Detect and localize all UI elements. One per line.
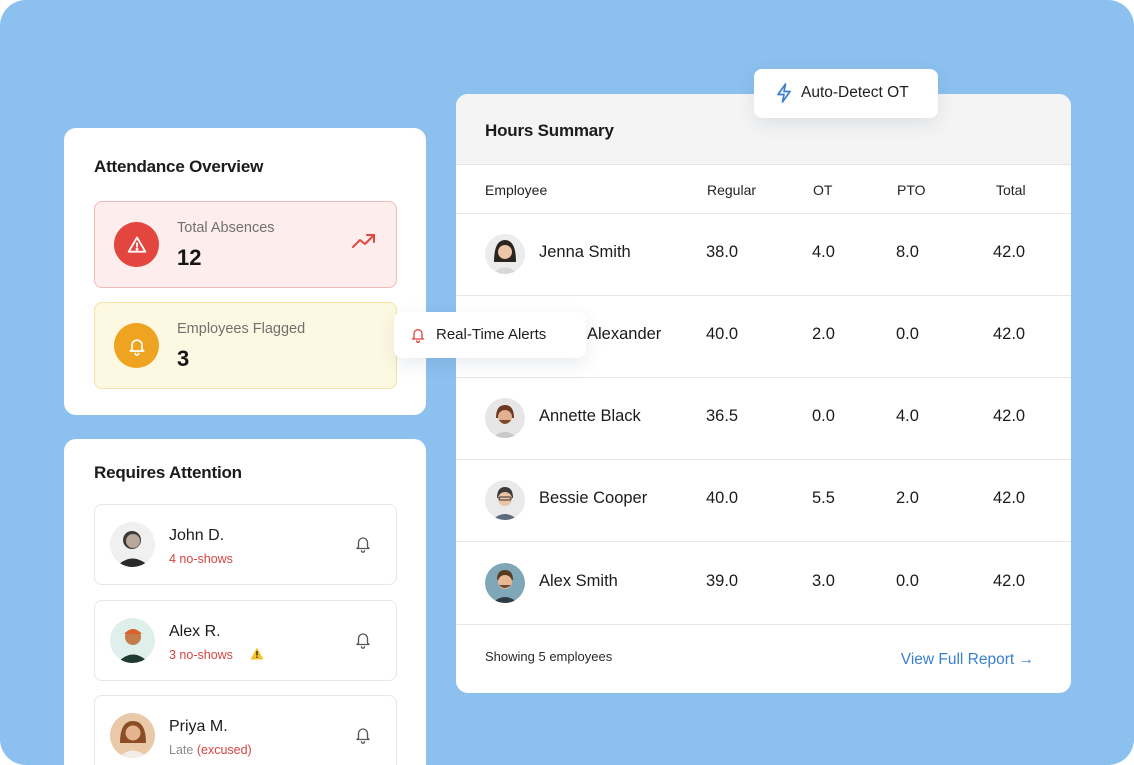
ot-hours: 0.0 bbox=[812, 407, 835, 425]
real-time-alerts-label: Real-Time Alerts bbox=[436, 326, 547, 343]
employee-name: Jenna Smith bbox=[539, 243, 631, 261]
attention-item[interactable]: John D. 4 no-shows bbox=[94, 504, 397, 585]
real-time-alerts-badge: Real-Time Alerts bbox=[394, 312, 586, 358]
table-row[interactable]: Annette Black 36.5 0.0 4.0 42.0 bbox=[456, 377, 1071, 459]
regular-hours: 40.0 bbox=[706, 489, 739, 507]
total-hours: 42.0 bbox=[993, 243, 1026, 261]
total-hours: 42.0 bbox=[993, 325, 1026, 343]
attendance-overview-card: Attendance Overview Total Absences 12 Em… bbox=[64, 128, 426, 415]
requires-attention-title: Requires Attention bbox=[94, 463, 242, 482]
attention-name: John D. bbox=[169, 527, 225, 544]
regular-hours: 38.0 bbox=[706, 243, 739, 261]
column-header-ot[interactable]: OT bbox=[813, 182, 832, 198]
bell-icon[interactable] bbox=[354, 725, 372, 750]
trending-up-icon bbox=[352, 233, 376, 254]
ot-hours: 3.0 bbox=[812, 572, 835, 590]
auto-detect-ot-badge: Auto-Detect OT bbox=[754, 69, 938, 118]
total-absences-stat[interactable]: Total Absences 12 bbox=[94, 201, 397, 288]
total-hours: 42.0 bbox=[993, 572, 1026, 590]
column-header-total[interactable]: Total bbox=[996, 182, 1026, 198]
requires-attention-card: Requires Attention John D. 4 no-shows Al… bbox=[64, 439, 426, 765]
ot-hours: 2.0 bbox=[812, 325, 835, 343]
attention-item[interactable]: Priya M. Late (excused) bbox=[94, 695, 397, 765]
attention-name: Alex R. bbox=[169, 623, 221, 640]
regular-hours: 40.0 bbox=[706, 325, 739, 343]
bell-icon bbox=[410, 326, 426, 349]
avatar bbox=[485, 563, 525, 603]
pto-hours: 8.0 bbox=[896, 243, 919, 261]
table-row[interactable]: Bessie Cooper 40.0 5.5 2.0 42.0 bbox=[456, 459, 1071, 541]
avatar bbox=[485, 398, 525, 438]
total-absences-value: 12 bbox=[177, 245, 202, 270]
employee-name: Annette Black bbox=[539, 407, 641, 425]
employees-flagged-stat[interactable]: Employees Flagged 3 bbox=[94, 302, 397, 389]
pto-hours: 4.0 bbox=[896, 407, 919, 425]
table-row[interactable]: Alex Smith 39.0 3.0 0.0 42.0 bbox=[456, 542, 1071, 624]
regular-hours: 36.5 bbox=[706, 407, 739, 425]
divider bbox=[456, 624, 1071, 625]
column-header-regular[interactable]: Regular bbox=[707, 182, 756, 198]
background-canvas: Attendance Overview Total Absences 12 Em… bbox=[0, 0, 1134, 765]
column-header-employee[interactable]: Employee bbox=[485, 182, 547, 198]
pto-hours: 0.0 bbox=[896, 572, 919, 590]
employees-flagged-value: 3 bbox=[177, 346, 190, 371]
regular-hours: 39.0 bbox=[706, 572, 739, 590]
avatar bbox=[485, 234, 525, 274]
bell-icon[interactable] bbox=[354, 630, 372, 655]
avatar bbox=[110, 522, 155, 567]
avatar bbox=[110, 618, 155, 663]
ot-hours: 4.0 bbox=[812, 243, 835, 261]
attendance-overview-title: Attendance Overview bbox=[94, 157, 264, 176]
total-absences-label: Total Absences bbox=[177, 220, 275, 236]
column-header-pto[interactable]: PTO bbox=[897, 182, 926, 198]
total-hours: 42.0 bbox=[993, 407, 1026, 425]
employee-name: Alexander bbox=[587, 325, 662, 343]
avatar bbox=[110, 713, 155, 758]
ot-hours: 5.5 bbox=[812, 489, 835, 507]
bell-icon[interactable] bbox=[354, 534, 372, 559]
attention-status: Late (excused) bbox=[169, 743, 252, 757]
divider bbox=[456, 164, 1071, 165]
attention-name: Priya M. bbox=[169, 718, 228, 735]
employee-name: Alex Smith bbox=[539, 572, 618, 590]
attention-status: 4 no-shows bbox=[169, 552, 233, 566]
warning-icon bbox=[250, 647, 264, 665]
total-hours: 42.0 bbox=[993, 489, 1026, 507]
employees-flagged-label: Employees Flagged bbox=[177, 321, 306, 337]
employee-count-text: Showing 5 employees bbox=[485, 649, 613, 664]
attention-status: 3 no-shows bbox=[169, 648, 233, 662]
hours-summary-card: Hours Summary Employee Regular OT PTO To… bbox=[456, 94, 1071, 693]
table-row[interactable]: Jenna Smith 38.0 4.0 8.0 42.0 bbox=[456, 213, 1071, 295]
hours-summary-title: Hours Summary bbox=[485, 121, 614, 140]
warning-triangle-icon bbox=[114, 222, 159, 267]
bell-icon bbox=[114, 323, 159, 368]
auto-detect-ot-label: Auto-Detect OT bbox=[801, 84, 909, 101]
avatar bbox=[485, 480, 525, 520]
pto-hours: 2.0 bbox=[896, 489, 919, 507]
attention-item[interactable]: Alex R. 3 no-shows bbox=[94, 600, 397, 681]
pto-hours: 0.0 bbox=[896, 325, 919, 343]
view-full-report-link[interactable]: View Full Report → bbox=[901, 651, 1034, 669]
lightning-bolt-icon bbox=[776, 83, 792, 108]
employee-name: Bessie Cooper bbox=[539, 489, 648, 507]
